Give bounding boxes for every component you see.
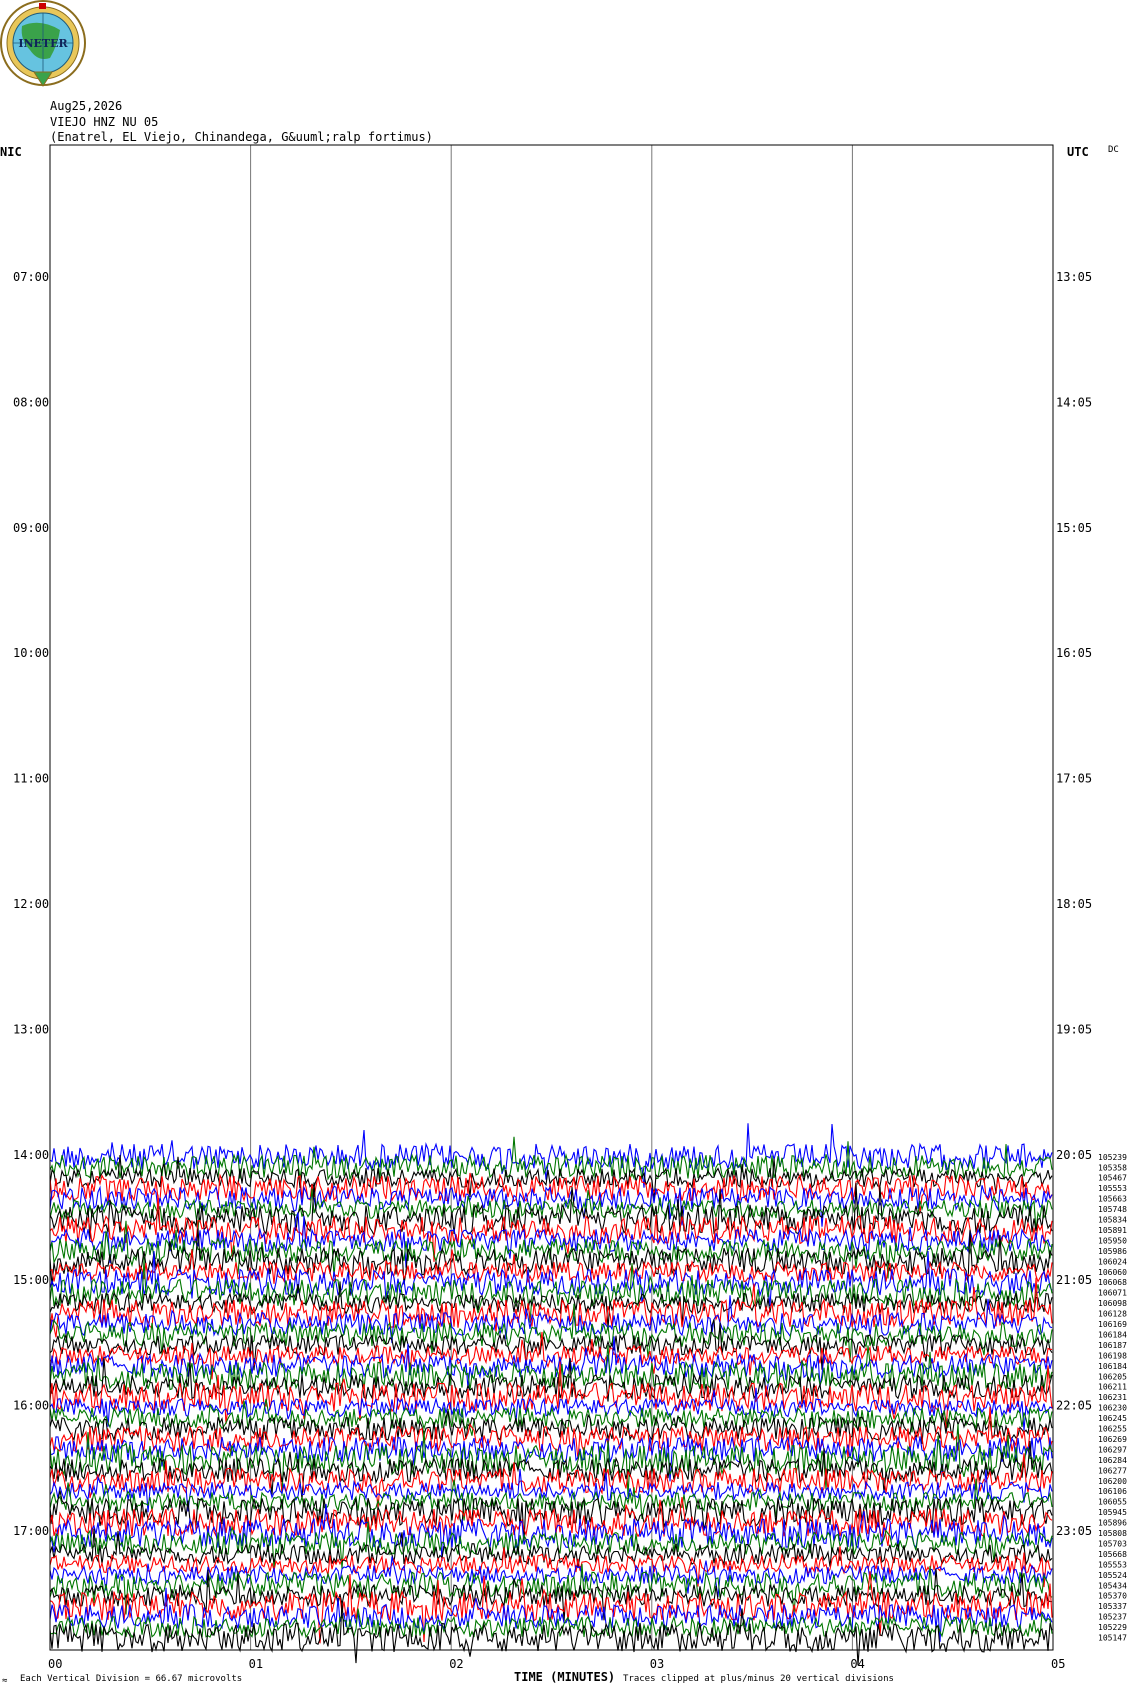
trace-count-label: 106230 bbox=[1098, 1404, 1127, 1413]
trace-count-label: 106205 bbox=[1098, 1372, 1127, 1381]
chart-date: Aug25,2026 bbox=[50, 99, 122, 113]
station-name: VIEJO HNZ NU 05 bbox=[50, 115, 158, 129]
right-hour-label: 23:05 bbox=[1056, 1524, 1092, 1538]
trace-count-label: 105986 bbox=[1098, 1247, 1127, 1256]
trace-count-label: 105229 bbox=[1098, 1623, 1127, 1632]
left-hour-label: 13:00 bbox=[13, 1022, 49, 1036]
seismic-trace bbox=[49, 1319, 1053, 1371]
x-tick-label: 02 bbox=[449, 1657, 463, 1671]
right-hour-label: 13:05 bbox=[1056, 270, 1092, 284]
right-hour-label: 17:05 bbox=[1056, 772, 1092, 786]
trace-count-label: 105553 bbox=[1098, 1184, 1127, 1193]
trace-count-label: 106024 bbox=[1098, 1257, 1127, 1266]
right-hour-label: 18:05 bbox=[1056, 897, 1092, 911]
trace-count-label: 106277 bbox=[1098, 1466, 1127, 1475]
x-tick-label: 01 bbox=[249, 1657, 263, 1671]
trace-count-label: 106060 bbox=[1098, 1268, 1127, 1277]
left-hour-label: 08:00 bbox=[13, 395, 49, 409]
left-hour-label: 16:00 bbox=[13, 1399, 49, 1413]
trace-count-label: 106284 bbox=[1098, 1456, 1127, 1465]
left-hour-label: 12:00 bbox=[13, 897, 49, 911]
x-tick-label: 05 bbox=[1051, 1657, 1065, 1671]
trace-count-label: 106128 bbox=[1098, 1310, 1127, 1319]
left-hour-label: 14:00 bbox=[13, 1148, 49, 1162]
trace-count-label: 106245 bbox=[1098, 1414, 1127, 1423]
trace-count-label: 105896 bbox=[1098, 1519, 1127, 1528]
trace-count-label: 105337 bbox=[1098, 1602, 1127, 1611]
trace-count-label: 105663 bbox=[1098, 1195, 1127, 1204]
trace-count-label: 105945 bbox=[1098, 1508, 1127, 1517]
left-hour-label: 09:00 bbox=[13, 521, 49, 535]
left-hour-label: 07:00 bbox=[13, 270, 49, 284]
right-hour-label: 16:05 bbox=[1056, 646, 1092, 660]
logo-text: INETER bbox=[18, 37, 68, 50]
trace-count-label: 106187 bbox=[1098, 1341, 1127, 1350]
left-timezone: NIC bbox=[0, 145, 22, 159]
x-tick-label: 04 bbox=[850, 1657, 864, 1671]
right-hour-label: 22:05 bbox=[1056, 1399, 1092, 1413]
seismic-trace bbox=[49, 1123, 1053, 1188]
right-time-axis: 13:05 14:05 15:05 16:05 17:05 18:05 19:05 20:05… bbox=[1056, 270, 1092, 1538]
right-hour-label: 15:05 bbox=[1056, 521, 1092, 535]
right-timezone: UTC bbox=[1067, 145, 1089, 159]
trace-count-label: 106071 bbox=[1098, 1289, 1127, 1298]
right-hour-label: 20:05 bbox=[1056, 1148, 1092, 1162]
trace-count-label: 105668 bbox=[1098, 1550, 1127, 1559]
footer-mark: ≈ bbox=[2, 1676, 8, 1686]
trace-count-label: 106098 bbox=[1098, 1299, 1127, 1308]
seismic-trace bbox=[49, 1503, 1053, 1562]
trace-count-label: 106055 bbox=[1098, 1498, 1127, 1507]
trace-count-label: 105237 bbox=[1098, 1613, 1127, 1622]
right-hour-label: 19:05 bbox=[1056, 1022, 1092, 1036]
right-hour-label: 14:05 bbox=[1056, 395, 1092, 409]
minutes-axis: 00 01 02 03 04 05 bbox=[48, 1657, 1065, 1671]
left-hour-label: 17:00 bbox=[13, 1524, 49, 1538]
trace-count-label: 106169 bbox=[1098, 1320, 1127, 1329]
left-hour-label: 11:00 bbox=[13, 772, 49, 786]
trace-count-label: 105370 bbox=[1098, 1592, 1127, 1601]
trace-count-label: 105834 bbox=[1098, 1216, 1127, 1225]
trace-count-label: 105950 bbox=[1098, 1236, 1127, 1245]
station-location: (Enatrel, EL Viejo, Chinandega, G&uuml;r… bbox=[50, 130, 433, 144]
trace-count-label: 105748 bbox=[1098, 1205, 1127, 1214]
trace-count-label: 105553 bbox=[1098, 1560, 1127, 1569]
trace-count-label: 105524 bbox=[1098, 1571, 1127, 1580]
trace-count-label: 106297 bbox=[1098, 1445, 1127, 1454]
trace-count-label: 106255 bbox=[1098, 1425, 1127, 1434]
trace-count-label: 106106 bbox=[1098, 1487, 1127, 1496]
trace-count-label: 106068 bbox=[1098, 1278, 1127, 1287]
seismic-traces bbox=[49, 1123, 1053, 1666]
clip-note: Traces clipped at plus/minus 20 vertical… bbox=[623, 1674, 894, 1684]
right-hour-label: 21:05 bbox=[1056, 1273, 1092, 1287]
dc-label: DC bbox=[1108, 145, 1119, 155]
vertical-division-note: Each Vertical Division = 66.67 microvolt… bbox=[20, 1674, 242, 1684]
x-tick-label: 00 bbox=[48, 1657, 62, 1671]
seismic-trace bbox=[49, 1411, 1053, 1448]
trace-count-label: 106184 bbox=[1098, 1362, 1127, 1371]
trace-count-label: 105467 bbox=[1098, 1174, 1127, 1183]
trace-count-label: 105891 bbox=[1098, 1226, 1127, 1235]
trace-count-label: 106200 bbox=[1098, 1477, 1127, 1486]
trace-count-label: 105147 bbox=[1098, 1634, 1127, 1643]
x-axis-title: TIME (MINUTES) bbox=[514, 1670, 615, 1684]
trace-count-label: 105808 bbox=[1098, 1529, 1127, 1538]
left-hour-label: 15:00 bbox=[13, 1273, 49, 1287]
helicorder-page: INETER Aug25,2026 VIEJO HNZ NU 05 (Enatr… bbox=[0, 0, 1130, 1689]
trace-count-label: 105239 bbox=[1098, 1153, 1127, 1162]
trace-count-label: 105434 bbox=[1098, 1581, 1127, 1590]
trace-count-label: 105358 bbox=[1098, 1163, 1127, 1172]
left-hour-label: 10:00 bbox=[13, 646, 49, 660]
helicorder-chart: INETER Aug25,2026 VIEJO HNZ NU 05 (Enatr… bbox=[0, 0, 1127, 1686]
seismic-trace bbox=[49, 1546, 1053, 1588]
trace-count-label: 106269 bbox=[1098, 1435, 1127, 1444]
trace-count-label: 106231 bbox=[1098, 1393, 1127, 1402]
trace-count-label: 105703 bbox=[1098, 1539, 1127, 1548]
x-tick-label: 03 bbox=[650, 1657, 664, 1671]
trace-count-labels: 1052391053581054671055531056631057481058… bbox=[1098, 1153, 1127, 1643]
trace-count-label: 106198 bbox=[1098, 1351, 1127, 1360]
left-time-axis: 07:00 08:00 09:00 10:00 11:00 12:00 13:00 14:00… bbox=[13, 270, 49, 1538]
trace-count-label: 106184 bbox=[1098, 1330, 1127, 1339]
trace-count-label: 106211 bbox=[1098, 1383, 1127, 1392]
